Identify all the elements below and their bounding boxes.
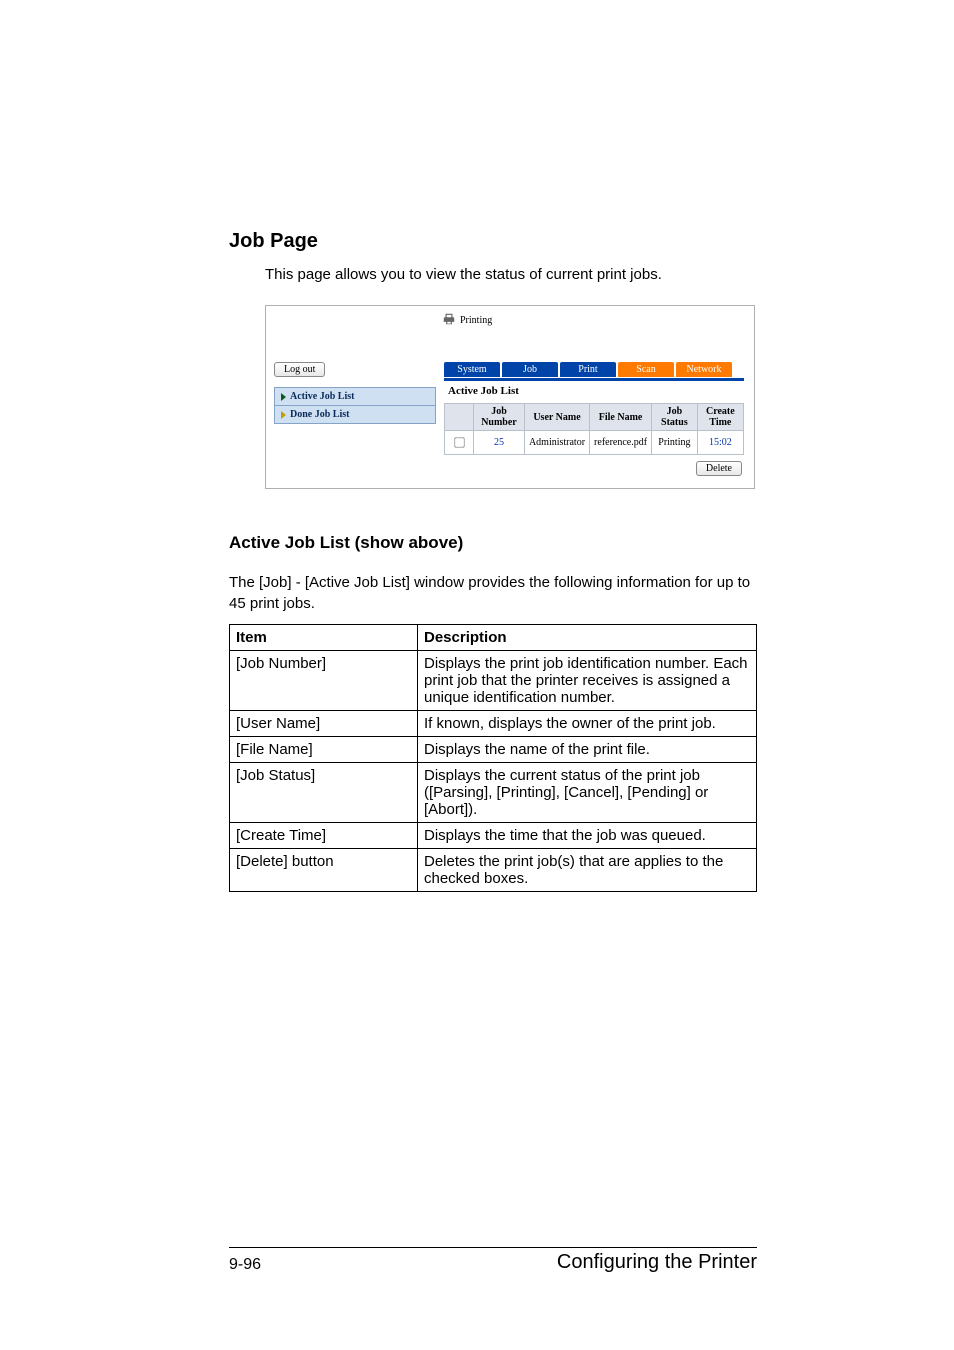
active-job-table: Job Number User Name File Name Job Statu…	[444, 403, 744, 455]
cell-item: [Job Status]	[230, 762, 418, 822]
table-row: [File Name] Displays the name of the pri…	[230, 736, 757, 762]
description-table: Item Description [Job Number] Displays t…	[229, 624, 757, 892]
th-item: Item	[230, 624, 418, 650]
section-intro: This page allows you to view the status …	[265, 265, 757, 285]
cell-desc: Displays the current status of the print…	[418, 762, 757, 822]
cell-desc: Displays the name of the print file.	[418, 736, 757, 762]
subsection-lead: The [Job] - [Active Job List] window pro…	[229, 573, 757, 614]
section-heading: Job Page	[229, 230, 757, 253]
col-file-name: File Name	[590, 404, 652, 431]
cell-item: [User Name]	[230, 710, 418, 736]
tab-system[interactable]: System	[444, 362, 500, 377]
col-user-name: User Name	[524, 404, 589, 431]
sidebar-item-label: Done Job List	[290, 409, 349, 420]
cell-user-name: Administrator	[524, 431, 589, 455]
sidebar-item-done-job-list[interactable]: Done Job List	[275, 405, 435, 423]
logout-button[interactable]: Log out	[274, 362, 325, 377]
col-job-status: Job Status	[652, 404, 698, 431]
cell-item: [Create Time]	[230, 822, 418, 848]
cell-desc: Displays the time that the job was queue…	[418, 822, 757, 848]
table-header-row: Job Number User Name File Name Job Statu…	[445, 404, 744, 431]
cell-item: [File Name]	[230, 736, 418, 762]
th-desc: Description	[418, 624, 757, 650]
cell-create-time: 15:02	[697, 431, 743, 455]
footer-rule	[229, 1247, 757, 1248]
sidebar-item-label: Active Job List	[290, 391, 354, 402]
cell-job-number: 25	[474, 431, 525, 455]
table-row: [Create Time] Displays the time that the…	[230, 822, 757, 848]
section-title-footer: Configuring the Printer	[557, 1251, 757, 1274]
col-job-number: Job Number	[474, 404, 525, 431]
cell-file-name: reference.pdf	[590, 431, 652, 455]
printer-icon	[442, 312, 456, 329]
table-row: [Job Number] Displays the print job iden…	[230, 650, 757, 710]
cell-item: [Delete] button	[230, 848, 418, 891]
sidebar-item-active-job-list[interactable]: Active Job List	[275, 388, 435, 405]
subsection-heading: Active Job List (show above)	[229, 533, 757, 553]
col-create-time: Create Time	[697, 404, 743, 431]
tab-print[interactable]: Print	[560, 362, 616, 377]
cell-job-status: Printing	[652, 431, 698, 455]
panel-title: Active Job List	[448, 385, 744, 397]
tab-underline	[444, 378, 744, 381]
cell-desc: Deletes the print job(s) that are applie…	[418, 848, 757, 891]
jobpage-screenshot: Printing Log out Active Job List Done Jo…	[265, 305, 755, 489]
triangle-icon	[281, 411, 286, 419]
tab-job[interactable]: Job	[502, 362, 558, 377]
tab-scan[interactable]: Scan	[618, 362, 674, 377]
cell-desc: If known, displays the owner of the prin…	[418, 710, 757, 736]
delete-button[interactable]: Delete	[696, 461, 742, 476]
row-checkbox[interactable]	[445, 431, 474, 455]
cell-item: [Job Number]	[230, 650, 418, 710]
table-row: [Delete] button Deletes the print job(s)…	[230, 848, 757, 891]
table-row: [User Name] If known, displays the owner…	[230, 710, 757, 736]
col-check	[445, 404, 474, 431]
table-row: [Job Status] Displays the current status…	[230, 762, 757, 822]
printing-label: Printing	[460, 315, 492, 326]
cell-desc: Displays the print job identification nu…	[418, 650, 757, 710]
page-number: 9-96	[229, 1256, 261, 1274]
table-row: 25 Administrator reference.pdf Printing …	[445, 431, 744, 455]
tab-network[interactable]: Network	[676, 362, 732, 377]
triangle-icon	[281, 393, 286, 401]
